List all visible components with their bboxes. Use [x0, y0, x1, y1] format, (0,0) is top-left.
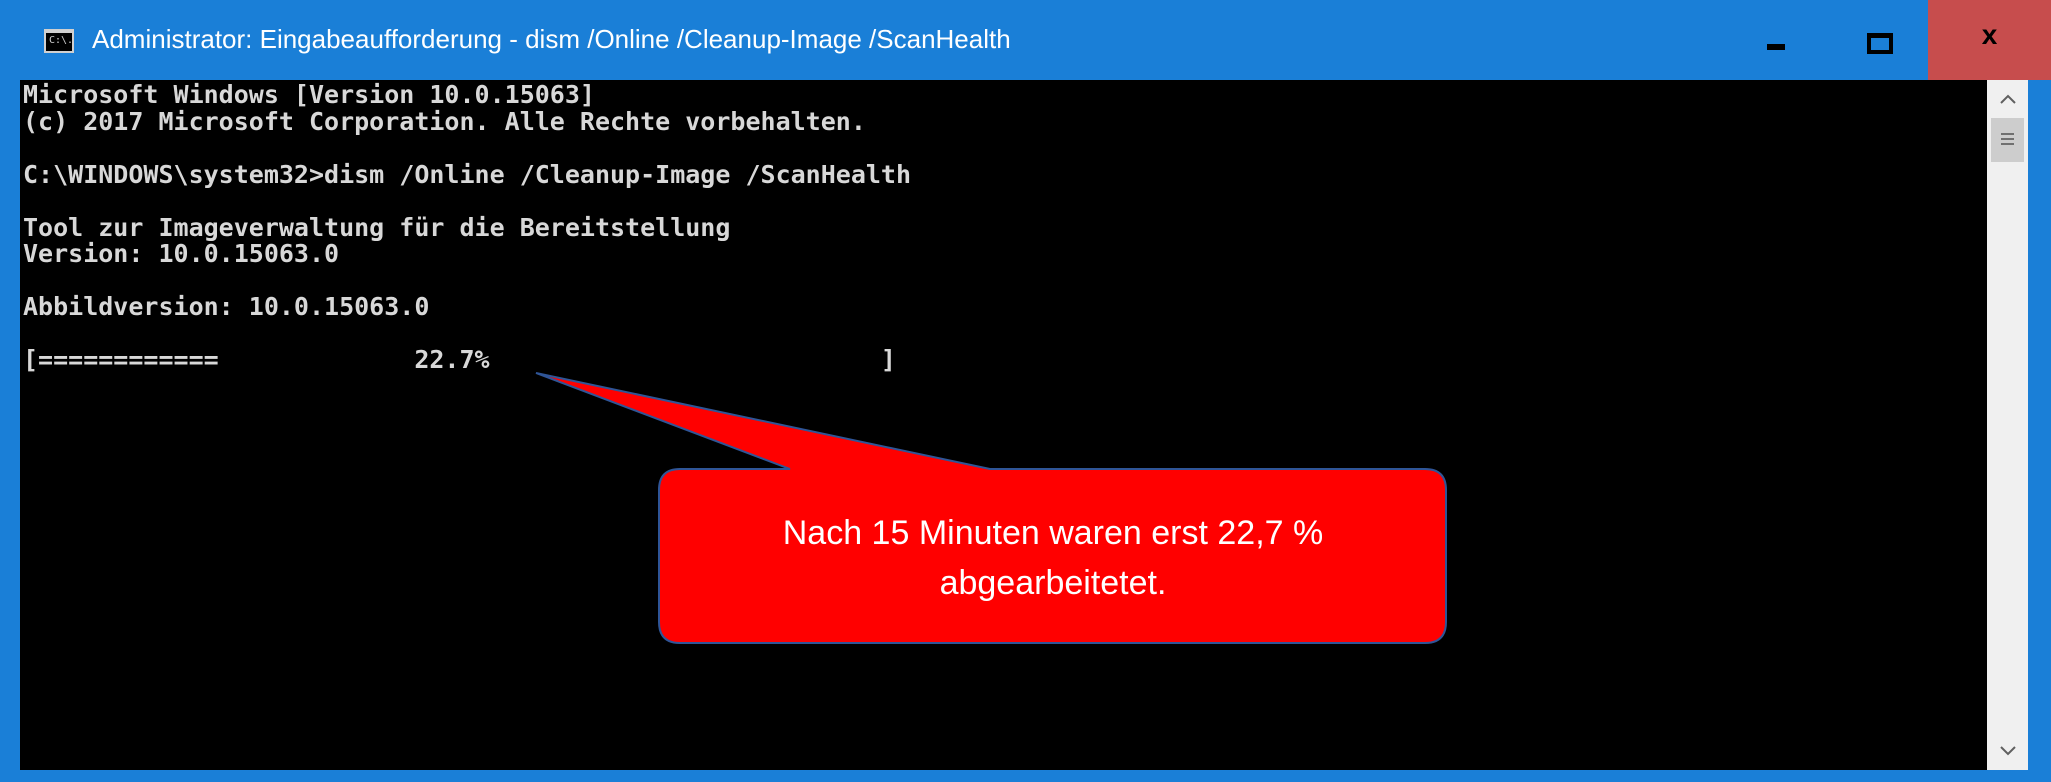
title-bar[interactable]: C:\. Administrator: Eingabeaufforderung … — [0, 0, 2051, 80]
console-line: (c) 2017 Microsoft Corporation. Alle Rec… — [23, 106, 866, 136]
console-line: Version: 10.0.15063.0 — [23, 239, 340, 268]
console-line: C:\WINDOWS\system32>dism /Online /Cleanu… — [23, 159, 912, 189]
window-title: Administrator: Eingabeaufforderung - dis… — [92, 24, 1011, 54]
console-output[interactable]: Microsoft Windows [Version 10.0.15063] (… — [20, 80, 1987, 770]
chevron-up-icon — [1999, 94, 2016, 104]
callout-text-line1: Nach 15 Minuten waren erst 22,7 % — [782, 514, 1324, 552]
minimize-icon — [1767, 44, 1785, 50]
callout-text: Nach 15 Minuten waren erst 22,7 % abgear… — [661, 508, 1445, 608]
console-line: Microsoft Windows [Version 10.0.15063] — [23, 80, 595, 109]
chevron-down-icon — [1999, 746, 2016, 756]
console-line: Tool zur Imageverwaltung für die Bereits… — [23, 212, 731, 242]
console-line: [============ 22.7% ] — [23, 345, 896, 374]
console-window: C:\. Administrator: Eingabeaufforderung … — [0, 0, 2051, 782]
callout-text-line2: abgearbeitetet. — [939, 564, 1167, 602]
close-icon: x — [1981, 19, 1998, 50]
console-text: Microsoft Windows [Version 10.0.15063] (… — [23, 80, 912, 374]
cmd-icon[interactable]: C:\. — [44, 29, 74, 53]
scrollbar-thumb[interactable] — [1991, 118, 2024, 162]
minimize-button[interactable] — [1725, 0, 1825, 80]
maximize-icon — [1867, 33, 1893, 54]
vertical-scrollbar[interactable] — [1987, 80, 2028, 770]
scroll-down-button[interactable] — [1987, 732, 2028, 770]
scroll-up-button[interactable] — [1987, 80, 2028, 118]
console-line: Abbildversion: 10.0.15063.0 — [23, 292, 430, 321]
close-button[interactable]: x — [1928, 0, 2051, 80]
maximize-button[interactable] — [1827, 0, 1927, 80]
